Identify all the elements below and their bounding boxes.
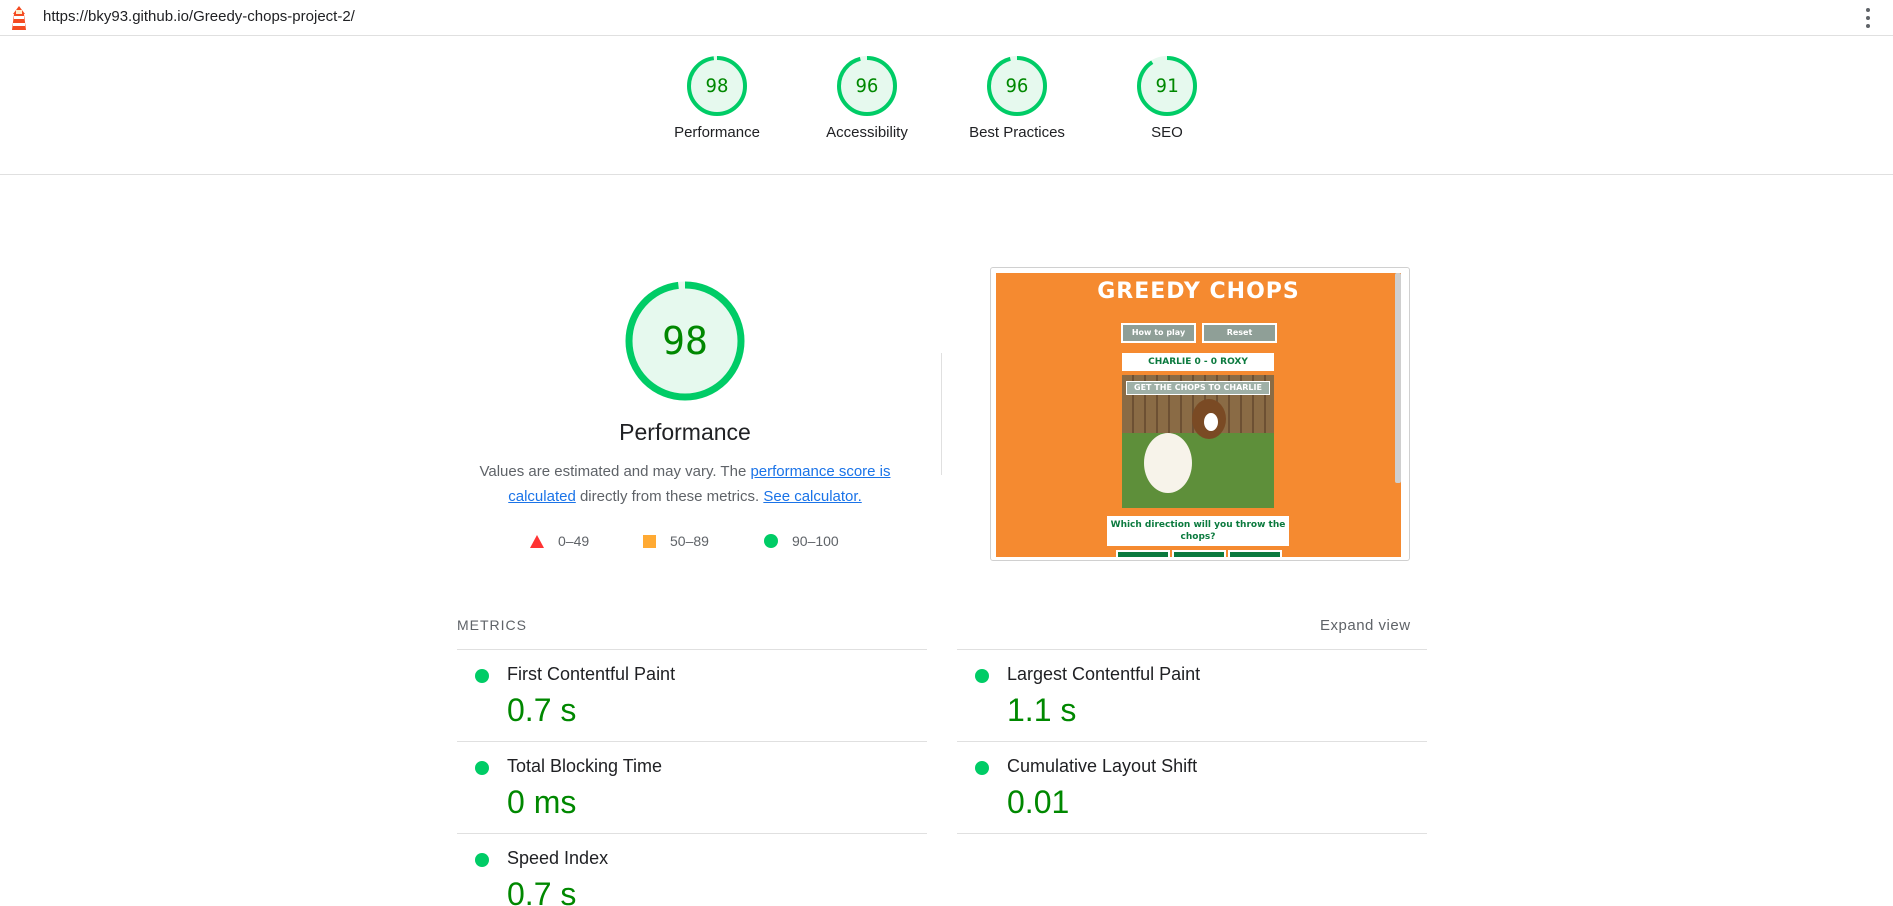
category-label: Best Practices: [969, 124, 1065, 141]
direction-button: [1172, 550, 1226, 557]
reset-button: Reset: [1202, 323, 1277, 343]
game-question: Which direction will you throw the chops…: [1107, 516, 1289, 546]
metric-value: 0 ms: [507, 784, 577, 820]
performance-score-value: 98: [662, 319, 708, 363]
metric-name: First Contentful Paint: [507, 664, 676, 684]
metric-cumulative-layout-shift: Cumulative Layout Shift 0.01: [957, 741, 1427, 833]
legend-pass: 90–100: [764, 533, 839, 549]
metric-value: 0.7 s: [507, 692, 577, 728]
pass-dot-icon: [475, 669, 489, 683]
metric-name: Speed Index: [507, 848, 609, 868]
direction-button: [1228, 550, 1282, 557]
game-score: CHARLIE 0 - 0 ROXY: [1122, 353, 1274, 371]
desc-text: directly from these metrics.: [575, 488, 764, 505]
category-label: Performance: [674, 124, 760, 141]
see-calculator-link[interactable]: See calculator.: [763, 488, 861, 505]
kebab-menu-icon[interactable]: [1863, 6, 1873, 30]
pass-dot-icon: [975, 669, 989, 683]
score-scale-legend: 0–49 50–89 90–100: [530, 533, 870, 555]
game-scene-image: GET THE CHOPS TO CHARLIE: [1122, 375, 1274, 508]
performance-description: Values are estimated and may vary. The p…: [470, 459, 900, 509]
vertical-divider: [941, 353, 942, 475]
white-dog-image: [1144, 433, 1192, 493]
legend-range: 0–49: [558, 533, 590, 549]
report-topbar: https://bky93.github.io/Greedy-chops-pro…: [0, 0, 1893, 36]
metric-first-contentful-paint: First Contentful Paint 0.7 s: [457, 649, 927, 741]
direction-button: [1116, 550, 1170, 557]
expand-view-toggle[interactable]: Expand view: [1320, 617, 1411, 634]
how-to-play-button: How to play: [1121, 323, 1196, 343]
circle-pass-icon: [764, 534, 778, 548]
lighthouse-icon: [12, 6, 26, 30]
metric-speed-index: Speed Index 0.7 s: [457, 833, 927, 906]
pass-dot-icon: [475, 853, 489, 867]
score-value: 98: [706, 75, 729, 97]
category-label: Accessibility: [826, 124, 908, 141]
score-gauge: 98: [687, 56, 747, 116]
score-value: 96: [856, 75, 879, 97]
page-url: https://bky93.github.io/Greedy-chops-pro…: [43, 8, 355, 25]
score-gauge: 96: [987, 56, 1047, 116]
legend-range: 90–100: [792, 533, 839, 549]
category-accessibility[interactable]: 96 Accessibility: [792, 54, 942, 141]
triangle-fail-icon: [530, 534, 544, 548]
category-scores-header: 98 Performance 96 Accessibility 96 Best …: [0, 36, 1893, 175]
legend-fail: 0–49: [530, 533, 589, 549]
metric-name: Cumulative Layout Shift: [1007, 756, 1198, 776]
metric-name: Total Blocking Time: [507, 756, 663, 776]
category-best-practices[interactable]: 96 Best Practices: [942, 54, 1092, 141]
metric-name: Largest Contentful Paint: [1007, 664, 1201, 684]
square-average-icon: [643, 534, 656, 548]
metrics-header: METRICS: [457, 617, 527, 633]
metric-total-blocking-time: Total Blocking Time 0 ms: [457, 741, 927, 833]
score-gauge: 96: [837, 56, 897, 116]
score-value: 96: [1006, 75, 1029, 97]
dog-face-marking: [1204, 413, 1218, 431]
performance-title: Performance: [619, 419, 751, 445]
metric-value: 1.1 s: [1007, 692, 1077, 728]
legend-range: 50–89: [670, 533, 709, 549]
metric-value: 0.7 s: [507, 876, 577, 906]
score-gauge: 91: [1137, 56, 1197, 116]
screenshot-image: GREEDY CHOPS How to play Reset CHARLIE 0…: [996, 273, 1401, 557]
category-label: SEO: [1151, 124, 1183, 141]
legend-average: 50–89: [643, 533, 709, 549]
screenshot-scrollbar: [1395, 273, 1401, 483]
game-banner: GET THE CHOPS TO CHARLIE: [1126, 381, 1270, 395]
pass-dot-icon: [975, 761, 989, 775]
final-screenshot[interactable]: GREEDY CHOPS How to play Reset CHARLIE 0…: [990, 267, 1410, 561]
metric-value: 0.01: [1007, 784, 1070, 820]
game-title: GREEDY CHOPS: [1097, 279, 1300, 304]
desc-text: Values are estimated and may vary. The: [479, 463, 751, 480]
score-value: 91: [1156, 75, 1179, 97]
category-seo[interactable]: 91 SEO: [1092, 54, 1242, 141]
performance-gauge: 98: [625, 281, 745, 401]
metric-largest-contentful-paint: Largest Contentful Paint 1.1 s: [957, 649, 1427, 741]
pass-dot-icon: [475, 761, 489, 775]
metric-divider: [957, 833, 1427, 834]
category-performance[interactable]: 98 Performance: [642, 54, 792, 141]
